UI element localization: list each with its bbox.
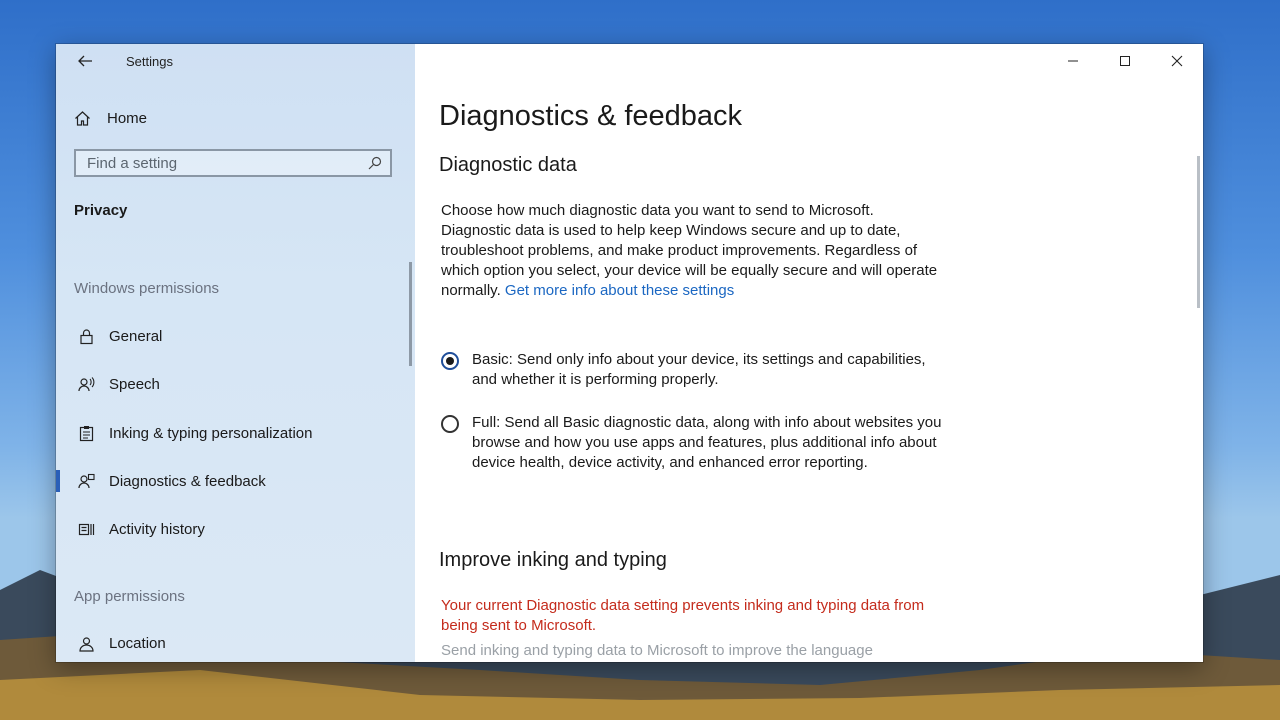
home-label: Home [107, 109, 148, 127]
search-icon[interactable] [368, 156, 382, 170]
back-button[interactable] [74, 50, 96, 72]
sidebar-item-speech[interactable]: Speech [56, 366, 415, 402]
improve-inking-heading: Improve inking and typing [439, 549, 667, 571]
more-info-link[interactable]: Get more info about these settings [505, 282, 734, 299]
sidebar-item-label: Location [109, 634, 166, 652]
selected-indicator [56, 470, 60, 492]
sidebar-item-label: Diagnostics & feedback [109, 472, 266, 490]
group-windows-permissions: Windows permissions [74, 280, 220, 297]
close-icon [1171, 55, 1183, 67]
close-button[interactable] [1151, 44, 1203, 78]
activity-icon [76, 519, 96, 539]
inking-description: Send inking and typing data to Microsoft… [441, 642, 873, 659]
sidebar-item-general[interactable]: General [56, 318, 415, 354]
basic-option[interactable]: Basic: Send only info about your device,… [441, 351, 961, 390]
sidebar: Settings Home Privacy Windows permission… [56, 44, 415, 662]
maximize-button[interactable] [1099, 44, 1151, 78]
sidebar-item-label: General [109, 327, 163, 345]
minimize-icon [1068, 60, 1078, 62]
diagnostics-icon [76, 471, 96, 491]
section-title: Privacy [74, 202, 128, 219]
full-radio[interactable] [441, 415, 459, 433]
group-app-permissions: App permissions [74, 588, 185, 605]
full-option[interactable]: Full: Send all Basic diagnostic data, al… [441, 414, 961, 473]
lock-icon [76, 326, 96, 346]
full-option-label: Full: Send all Basic diagnostic data, al… [472, 414, 942, 471]
location-icon [76, 633, 96, 653]
sidebar-item-label: Activity history [109, 520, 205, 538]
back-arrow-icon [78, 55, 92, 67]
search-box [74, 149, 392, 177]
inking-warning: Your current Diagnostic data setting pre… [441, 597, 925, 634]
basic-option-label: Basic: Send only info about your device,… [472, 351, 926, 388]
sidebar-item-location[interactable]: Location [56, 625, 415, 661]
content-pane: Diagnostics & feedback Diagnostic data C… [415, 44, 1203, 662]
sidebar-item-activity-history[interactable]: Activity history [56, 511, 415, 547]
diagnostic-description: Choose how much diagnostic data you want… [441, 201, 941, 301]
page-title: Diagnostics & feedback [439, 100, 743, 132]
sidebar-item-diagnostics[interactable]: Diagnostics & feedback [56, 463, 415, 499]
home-icon [75, 110, 90, 126]
basic-radio[interactable] [441, 352, 459, 370]
settings-window: Settings Home Privacy Windows permission… [56, 44, 1203, 662]
sidebar-item-label: Inking & typing personalization [109, 424, 313, 442]
window-title: Settings [126, 54, 173, 69]
content-scrollbar[interactable] [1197, 156, 1200, 308]
sidebar-item-home[interactable]: Home [74, 106, 147, 130]
speech-icon [76, 374, 96, 394]
diagnostic-data-heading: Diagnostic data [439, 154, 577, 176]
search-input[interactable] [76, 151, 367, 175]
minimize-button[interactable] [1047, 44, 1099, 78]
sidebar-scrollbar[interactable] [409, 262, 412, 366]
sidebar-item-label: Speech [109, 375, 160, 393]
maximize-icon [1120, 56, 1130, 66]
inking-icon [76, 423, 96, 443]
sidebar-item-inking[interactable]: Inking & typing personalization [56, 415, 415, 451]
